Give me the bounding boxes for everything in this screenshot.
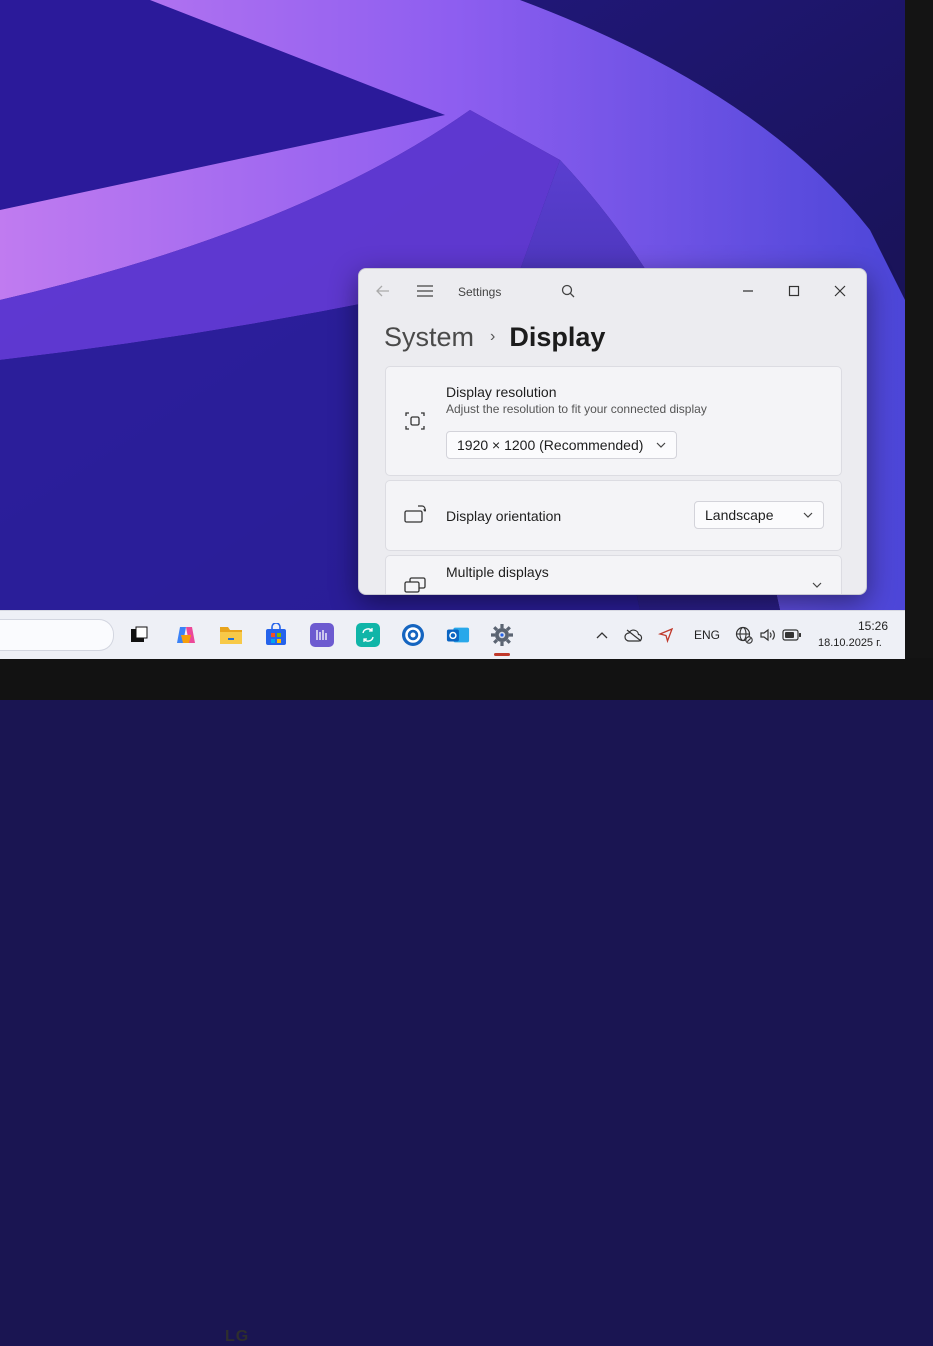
- active-app-indicator: [494, 653, 510, 656]
- sync-app-icon[interactable]: [356, 623, 380, 647]
- search-button[interactable]: [556, 279, 580, 303]
- taskbar: ENG 15:26 18.10.2025 г.: [0, 610, 905, 659]
- orientation-dropdown-value: Landscape: [705, 507, 774, 523]
- resolution-dropdown-value: 1920 × 1200 (Recommended): [457, 437, 644, 453]
- minimize-button[interactable]: [736, 279, 760, 303]
- display-resolution-title: Display resolution: [446, 384, 557, 400]
- circle-app-icon[interactable]: [401, 623, 425, 647]
- monitor-brand-logo: LG: [225, 1328, 250, 1345]
- resolution-dropdown[interactable]: 1920 × 1200 (Recommended): [446, 431, 677, 459]
- chevron-down-icon: [656, 439, 666, 451]
- hamburger-menu-icon: [417, 285, 433, 297]
- back-button[interactable]: [371, 279, 395, 303]
- outlook-icon[interactable]: [446, 623, 470, 647]
- battery-icon[interactable]: [782, 625, 802, 645]
- maximize-icon: [788, 285, 800, 297]
- chevron-down-icon: [803, 509, 813, 521]
- search-icon: [561, 284, 575, 298]
- monitor-bezel-bottom: LG: [0, 658, 933, 1345]
- cloud-offline-icon[interactable]: [624, 625, 644, 645]
- location-icon[interactable]: [656, 625, 676, 645]
- monitor-bezel-right: [905, 0, 933, 700]
- task-view-icon[interactable]: [127, 623, 151, 647]
- multiple-displays-icon: [404, 574, 426, 594]
- display-orientation-card: Display orientation Landscape: [385, 480, 842, 551]
- multiple-displays-card[interactable]: Multiple displays: [385, 555, 842, 594]
- network-globe-icon[interactable]: [734, 625, 754, 645]
- clock-time[interactable]: 15:26: [858, 619, 888, 633]
- close-button[interactable]: [828, 279, 852, 303]
- file-explorer-icon[interactable]: [219, 623, 243, 647]
- microsoft-store-icon[interactable]: [264, 623, 288, 647]
- taskbar-search-box[interactable]: [0, 619, 114, 651]
- minimize-icon: [743, 290, 753, 292]
- settings-window: Settings System › Display Display resolu…: [358, 268, 867, 595]
- volume-icon[interactable]: [758, 625, 778, 645]
- breadcrumb-system-link[interactable]: System: [384, 322, 474, 353]
- back-arrow-icon: [376, 285, 389, 297]
- orientation-dropdown[interactable]: Landscape: [694, 501, 824, 529]
- display-resolution-description: Adjust the resolution to fit your connec…: [446, 402, 707, 416]
- breadcrumb-separator-icon: ›: [490, 328, 496, 345]
- multiple-displays-title: Multiple displays: [446, 564, 549, 580]
- chevron-up-icon[interactable]: [592, 625, 612, 645]
- maximize-button[interactable]: [782, 279, 806, 303]
- display-orientation-title: Display orientation: [446, 508, 562, 524]
- navigation-menu-button[interactable]: [413, 279, 437, 303]
- clock-date[interactable]: 18.10.2025 г.: [818, 637, 882, 649]
- close-icon: [834, 285, 846, 297]
- breadcrumb: System › Display: [384, 317, 605, 357]
- calculator-app-icon[interactable]: [310, 623, 334, 647]
- settings-gear-icon[interactable]: [490, 623, 514, 647]
- copilot-icon[interactable]: [174, 623, 198, 647]
- resolution-icon: [404, 410, 426, 432]
- app-title: Settings: [458, 285, 502, 299]
- page-title: Display: [509, 321, 606, 352]
- language-indicator[interactable]: ENG: [694, 628, 720, 642]
- orientation-icon: [404, 504, 426, 526]
- title-bar[interactable]: Settings: [359, 269, 866, 313]
- chevron-down-icon[interactable]: [806, 574, 828, 594]
- display-resolution-card: Display resolution Adjust the resolution…: [385, 366, 842, 476]
